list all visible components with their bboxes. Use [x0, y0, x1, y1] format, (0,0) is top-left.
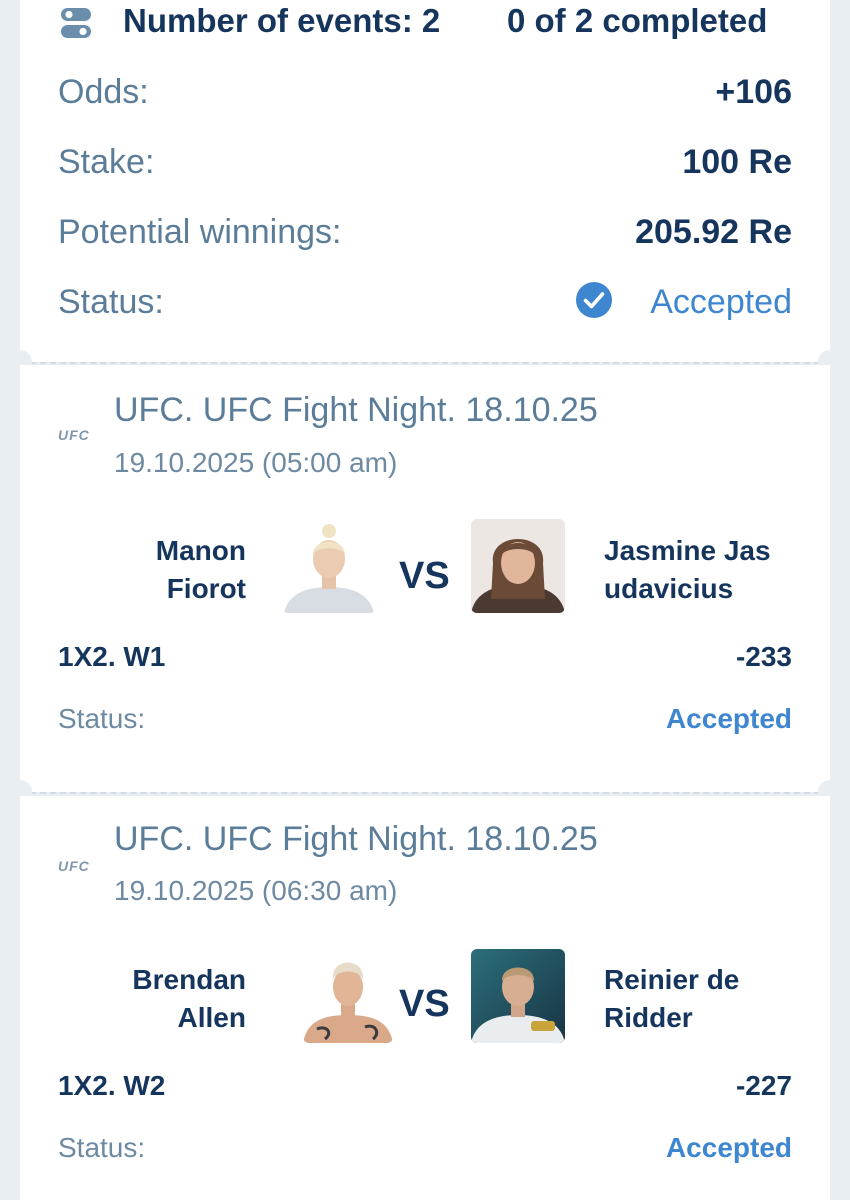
fighter-home-name: Brendan Allen — [132, 964, 246, 1033]
event-card[interactable]: UFC UFC. UFC Fight Night. 18.10.25 19.10… — [20, 365, 830, 792]
events-count-label: Number of events: 2 — [123, 2, 441, 39]
fighter-away-photo — [471, 949, 565, 1043]
potential-winnings-value: 205.92 Re — [635, 213, 792, 251]
fighter-home-name: Manon Fiorot — [155, 535, 246, 604]
market-label: 1X2. W1 — [58, 641, 166, 672]
events-list-icon — [61, 8, 91, 38]
fighter-home-photo — [282, 519, 376, 613]
bet-summary-card: Number of events: 2 0 of 2 completed Odd… — [20, 0, 830, 362]
ufc-logo: UFC — [58, 858, 90, 874]
odds-value: +106 — [715, 73, 792, 111]
event-datetime: 19.10.2025 (06:30 am) — [114, 875, 398, 906]
stake-value: 100 Re — [682, 143, 792, 181]
market-label: 1X2. W2 — [58, 1070, 166, 1101]
ticket-separator — [20, 792, 830, 794]
event-title: UFC. UFC Fight Night. 18.10.25 — [114, 820, 598, 858]
event-title: UFC. UFC Fight Night. 18.10.25 — [114, 391, 598, 429]
event-status-label: Status: — [58, 703, 146, 734]
ufc-logo: UFC — [58, 427, 90, 443]
versus-label: VS — [399, 983, 450, 1025]
status-value: Accepted — [650, 283, 792, 321]
check-circle-icon — [576, 282, 612, 318]
fighter-away-photo — [471, 519, 565, 613]
potential-winnings-label: Potential winnings: — [58, 213, 342, 251]
event-card[interactable]: UFC UFC. UFC Fight Night. 18.10.25 19.10… — [20, 796, 830, 1200]
market-odds: -227 — [735, 1070, 792, 1101]
completed-count-label: 0 of 2 completed — [507, 2, 768, 39]
fighter-away-name: Jasmine Jas udavicius — [604, 535, 771, 604]
odds-label: Odds: — [58, 73, 149, 111]
stake-label: Stake: — [58, 143, 155, 181]
ticket-separator — [20, 362, 830, 364]
event-status-value: Accepted — [665, 1132, 792, 1163]
fighter-home-photo — [303, 949, 393, 1043]
versus-label: VS — [399, 555, 450, 597]
event-datetime: 19.10.2025 (05:00 am) — [114, 447, 398, 478]
event-status-value: Accepted — [665, 703, 792, 734]
market-odds: -233 — [735, 641, 792, 672]
status-label: Status: — [58, 283, 164, 321]
fighter-away-name: Reinier de Ridder — [604, 964, 740, 1033]
event-status-label: Status: — [58, 1132, 146, 1163]
